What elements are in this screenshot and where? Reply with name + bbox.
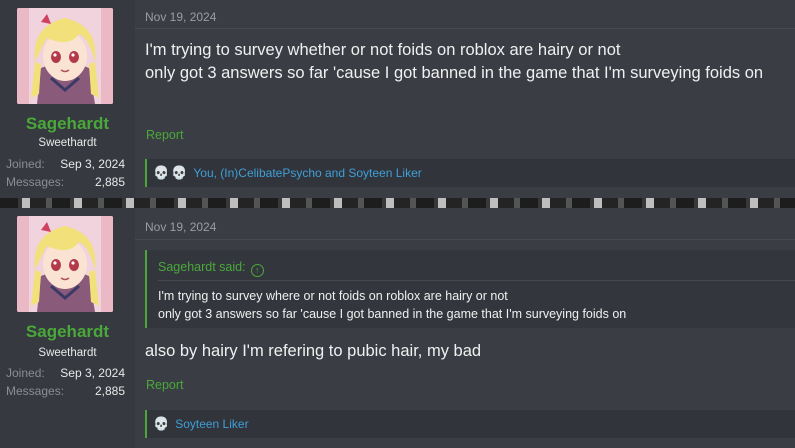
quote-header[interactable]: Sagehardt said: ↑ xyxy=(158,260,264,277)
quote-block: Sagehardt said: ↑ I'm trying to survey wh… xyxy=(145,250,795,328)
avatar[interactable] xyxy=(17,216,113,312)
messages-value[interactable]: 2,885 xyxy=(95,384,125,398)
quote-divider xyxy=(158,280,795,281)
message-body: I'm trying to survey whether or not foid… xyxy=(145,39,763,85)
message-content: Nov 19, 2024 I'm trying to survey whethe… xyxy=(135,0,795,198)
reactions-bar[interactable]: 💀 Soyteen Liker xyxy=(145,410,795,438)
reactions-bar[interactable]: 💀 💀 You, (In)CelibatePsycho and Soyteen … xyxy=(145,159,795,187)
message-content: Nov 19, 2024 Sagehardt said: ↑ I'm trying… xyxy=(135,208,795,448)
avatar[interactable] xyxy=(17,8,113,104)
joined-label: Joined: xyxy=(6,366,45,380)
skull-icon: 💀 xyxy=(153,165,170,180)
user-title: Sweethardt xyxy=(38,347,97,359)
username[interactable]: Sagehardt xyxy=(0,114,135,134)
post: Sagehardt Sweethardt Joined: Sep 3, 2024… xyxy=(0,208,795,448)
header-divider xyxy=(135,239,795,240)
quote-line: I'm trying to survey where or not foids … xyxy=(158,289,508,303)
user-title: Sweethardt xyxy=(38,137,97,149)
arrow-up-circle-icon[interactable]: ↑ xyxy=(250,264,264,277)
skull-icon: 💀 xyxy=(153,416,170,431)
skull-icon: 💀 xyxy=(171,165,188,180)
joined-value: Sep 3, 2024 xyxy=(60,366,125,380)
user-panel: Sagehardt Sweethardt Joined: Sep 3, 2024… xyxy=(0,0,135,198)
messages-label: Messages: xyxy=(6,175,65,189)
quote-author[interactable]: Sagehardt said: xyxy=(158,260,246,274)
report-link[interactable]: Report xyxy=(146,128,184,142)
messages-label: Messages: xyxy=(6,384,65,398)
joined-label: Joined: xyxy=(6,157,45,171)
message-body: also by hairy I'm refering to pubic hair… xyxy=(145,340,481,363)
reactions-list[interactable]: Soyteen Liker xyxy=(175,417,248,431)
user-panel: Sagehardt Sweethardt Joined: Sep 3, 2024… xyxy=(0,208,135,448)
post-date[interactable]: Nov 19, 2024 xyxy=(145,220,216,234)
quote-line: only got 3 answers so far 'cause I got b… xyxy=(158,307,627,321)
username[interactable]: Sagehardt xyxy=(0,322,135,342)
banner-strip xyxy=(0,198,795,208)
quote-body: I'm trying to survey where or not foids … xyxy=(158,287,626,323)
messages-value[interactable]: 2,885 xyxy=(95,175,125,189)
message-line: I'm trying to survey whether or not foid… xyxy=(145,41,621,59)
report-link[interactable]: Report xyxy=(146,378,184,392)
joined-value: Sep 3, 2024 xyxy=(60,157,125,171)
post-date[interactable]: Nov 19, 2024 xyxy=(145,10,216,24)
reactions-list[interactable]: You, (In)CelibatePsycho and Soyteen Like… xyxy=(193,166,421,180)
message-line: also by hairy I'm refering to pubic hair… xyxy=(145,342,482,360)
header-divider xyxy=(135,28,795,29)
post: Sagehardt Sweethardt Joined: Sep 3, 2024… xyxy=(0,0,795,198)
message-line: only got 3 answers so far 'cause I got b… xyxy=(145,64,764,82)
